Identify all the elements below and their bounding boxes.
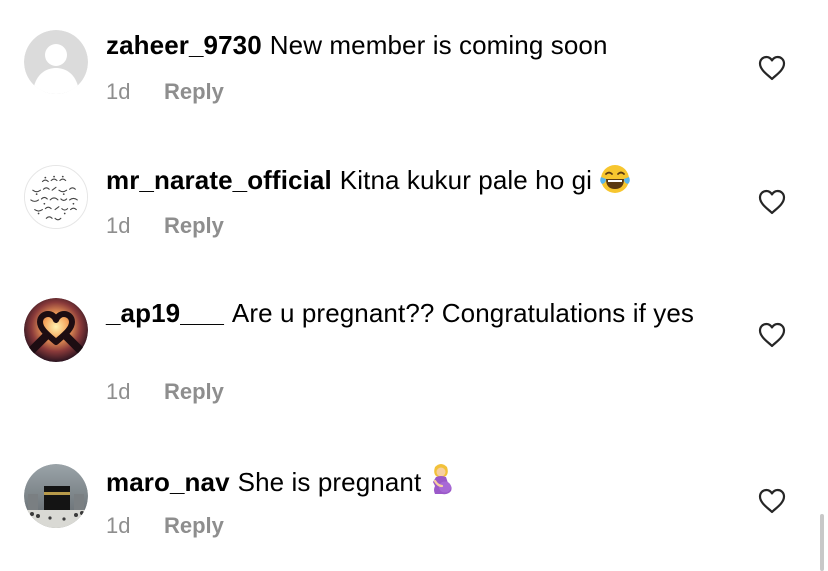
scrollbar[interactable]	[820, 514, 824, 571]
comment-body: Are u pregnant?? Congratulations if yes	[231, 298, 694, 328]
arabic-letters-avatar-icon	[25, 166, 87, 228]
avatar[interactable]	[24, 464, 88, 528]
reply-button[interactable]: Reply	[164, 213, 224, 238]
comment-text: maro_nav She is pregnant	[106, 463, 726, 505]
heart-hands-sunset-icon	[24, 298, 88, 362]
comment-timestamp: 1d	[106, 379, 131, 404]
kaaba-photo-icon	[24, 464, 88, 528]
reply-button[interactable]: Reply	[164, 379, 224, 404]
comment-timestamp: 1d	[106, 79, 131, 104]
comment-meta: 1d Reply	[106, 213, 224, 239]
comment-text: zaheer_9730 New member is coming soon	[106, 29, 726, 62]
comment-meta: 1d Reply	[106, 513, 224, 539]
comment-text: mr_narate_official Kitna kukur pale ho gi	[106, 163, 726, 203]
heart-icon[interactable]	[758, 322, 786, 348]
reply-button[interactable]: Reply	[164, 513, 224, 538]
comment-username[interactable]: maro_nav	[106, 467, 230, 497]
comment-body: New member is coming soon	[269, 30, 608, 60]
comment-meta: 1d Reply	[106, 79, 224, 105]
comment-username[interactable]: zaheer_9730	[106, 30, 262, 60]
comment-username[interactable]: mr_narate_official	[106, 165, 332, 195]
pregnant-woman-icon	[427, 463, 455, 505]
heart-icon[interactable]	[758, 189, 786, 215]
avatar[interactable]	[24, 165, 88, 229]
avatar[interactable]	[24, 298, 88, 362]
comment-username[interactable]: _ap19___	[106, 298, 224, 328]
comment-body: Kitna kukur pale ho gi	[339, 165, 593, 195]
comments-list: zaheer_9730 New member is coming soon 1d R…	[0, 0, 828, 571]
default-avatar-icon	[24, 30, 88, 94]
comment-timestamp: 1d	[106, 213, 131, 238]
face-with-tears-of-joy-icon	[598, 163, 632, 203]
comment-meta: 1d Reply	[106, 379, 224, 405]
comment-text: _ap19___ Are u pregnant?? Congratulations…	[106, 297, 716, 330]
comment-body: She is pregnant	[237, 467, 422, 497]
comment-timestamp: 1d	[106, 513, 131, 538]
heart-icon[interactable]	[758, 488, 786, 514]
avatar[interactable]	[24, 30, 88, 94]
reply-button[interactable]: Reply	[164, 79, 224, 104]
heart-icon[interactable]	[758, 55, 786, 81]
